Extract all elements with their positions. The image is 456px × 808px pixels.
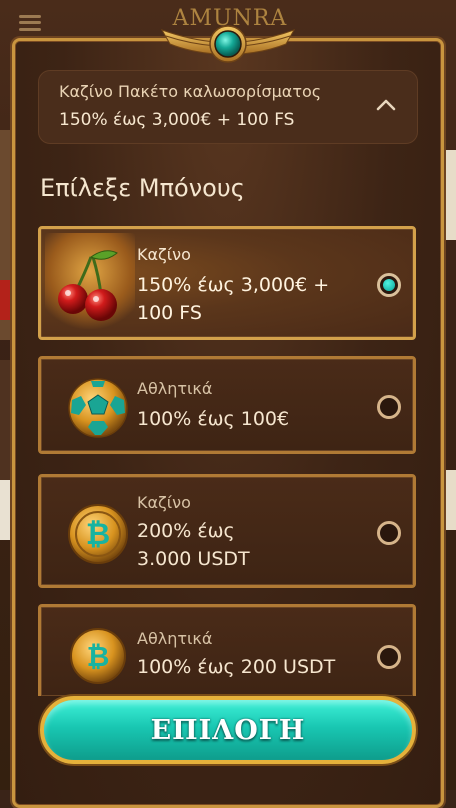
svg-text:₿: ₿	[87, 640, 110, 673]
bonus-option-card[interactable]: ₿ Καζίνο 200% έως 3.000 USDT	[38, 474, 416, 588]
bonus-offer: 150% έως 3,000€ + 100 FS	[137, 274, 330, 324]
radio-selected[interactable]	[377, 273, 401, 297]
bonus-category: Αθλητικά	[137, 629, 213, 648]
bg-panel	[444, 150, 456, 240]
winged-scarab-emblem-icon	[160, 22, 296, 66]
bonus-option-card[interactable]: Καζίνο 150% έως 3,000€ + 100 FS	[38, 226, 416, 340]
bitcoin-coin-icon: ₿	[55, 613, 141, 699]
bg-panel	[444, 470, 456, 530]
radio-unselected[interactable]	[377, 645, 401, 669]
chevron-up-icon[interactable]	[375, 97, 397, 113]
radio-unselected[interactable]	[377, 395, 401, 419]
section-title: Επίλεξε Μπόνους	[40, 174, 245, 202]
radio-unselected[interactable]	[377, 521, 401, 545]
bonus-option-card[interactable]: Αθλητικά 100% έως 100€	[38, 356, 416, 454]
hamburger-menu-icon[interactable]	[14, 10, 46, 36]
welcome-package-header[interactable]: Καζίνο Πακέτο καλωσορίσματος 150% έως 3,…	[38, 70, 418, 144]
select-button[interactable]: ΕΠΙΛΟΓΗ	[40, 696, 416, 764]
bonus-category: Καζίνο	[137, 493, 191, 512]
bitcoin-coin-icon: ₿	[55, 491, 141, 577]
package-title: Καζίνο Πακέτο καλωσορίσματος	[59, 82, 322, 101]
package-summary: 150% έως 3,000€ + 100 FS	[59, 110, 295, 130]
bonus-offer: 100% έως 100€	[137, 408, 290, 430]
cherries-icon	[45, 233, 135, 329]
svg-text:₿: ₿	[86, 517, 110, 552]
bonus-option-card[interactable]: ₿ Αθλητικά 100% έως 200 USDT	[38, 604, 416, 696]
football-icon	[55, 365, 141, 451]
bonus-offer: 200% έως 3.000 USDT	[137, 520, 250, 570]
bonus-category: Αθλητικά	[137, 379, 213, 398]
bonus-category: Καζίνο	[137, 245, 191, 264]
bonus-offer: 100% έως 200 USDT	[137, 656, 336, 678]
